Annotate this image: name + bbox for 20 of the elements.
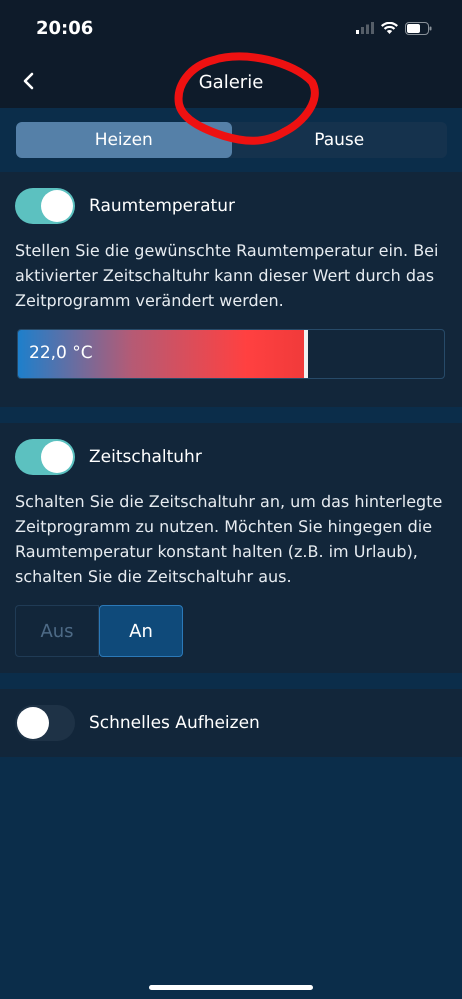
setting-description: Stellen Sie die gewünschte Raumtemperatur ein. Bei aktivierter Zeitschaltuhr kann dieser Wert durch das Zeitprogramm verändert werden. bbox=[15, 240, 440, 312]
toggle-switch[interactable] bbox=[15, 439, 75, 475]
wifi-icon bbox=[381, 22, 398, 34]
temperature-reading: 22,0 °C bbox=[29, 343, 93, 363]
temperature-slider[interactable]: 22,0 °C bbox=[17, 329, 445, 379]
tab[interactable]: Pause bbox=[232, 122, 447, 158]
status-time: 20:06 bbox=[36, 18, 94, 38]
toggle-switch[interactable] bbox=[15, 705, 75, 741]
tab[interactable]: Heizen bbox=[16, 122, 232, 158]
chevron-left-icon bbox=[22, 72, 34, 90]
toggle-switch[interactable] bbox=[15, 188, 75, 224]
screen-title: Galerie bbox=[198, 72, 264, 92]
setting-title: Zeitschaltuhr bbox=[89, 447, 202, 467]
setting-description: Schalten Sie die Zeitschaltuhr an, um das hinterlegte Zeitprogramm zu nutzen. Möchten Sie hingegen die Raumtemperatur konstant halten (z.B. im Urlaub), schalten Sie die Zeitschaltuhr aus. bbox=[15, 491, 444, 588]
setting-title: Schnelles Aufheizen bbox=[89, 713, 260, 733]
segment-option[interactable]: An bbox=[99, 605, 183, 657]
segment-option[interactable]: Aus bbox=[15, 605, 99, 657]
battery-icon bbox=[405, 22, 432, 34]
setting-title: Raumtemperatur bbox=[89, 196, 235, 216]
signal-icon bbox=[356, 22, 374, 34]
